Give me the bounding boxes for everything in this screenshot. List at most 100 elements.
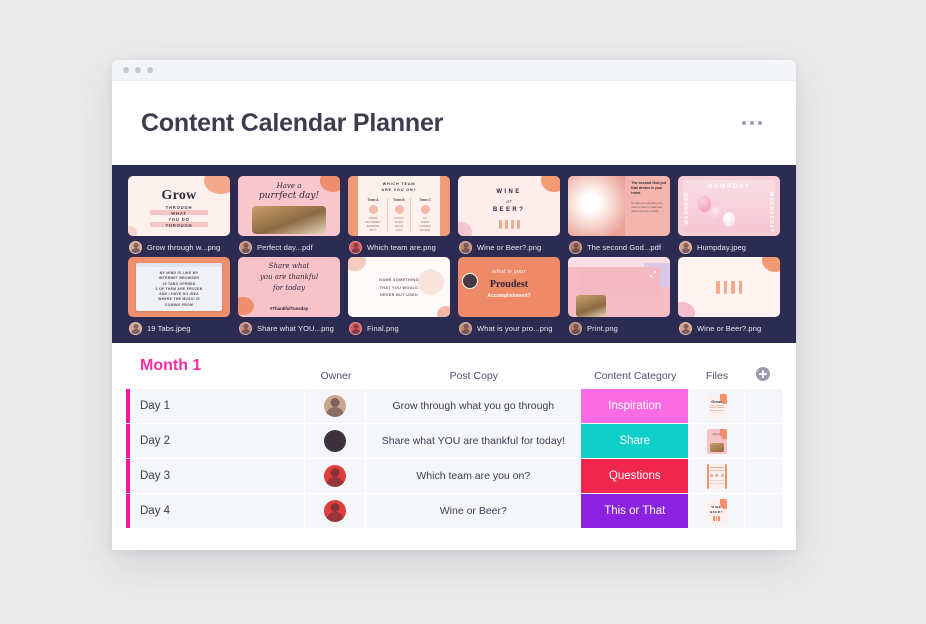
gallery-item-meta: Share what YOU...png — [238, 322, 340, 335]
avatar — [569, 241, 582, 254]
column-header-content-category[interactable]: Content Category — [581, 370, 689, 382]
status-badge[interactable]: Inspiration — [581, 389, 689, 423]
thumbnail-grow[interactable]: Grow THROUGH WHAT YOU DO THROUGH — [128, 176, 230, 236]
status-badge[interactable]: Questions — [581, 459, 689, 493]
cell-day[interactable]: Day 3 — [126, 459, 306, 493]
column-header-post-copy[interactable]: Post Copy — [366, 370, 581, 382]
thumbnail-share-thankful[interactable]: Share what you are thankful for today #T… — [238, 257, 340, 317]
thumbnail-wine-or-beer[interactable]: WINE or BEER? — [458, 176, 560, 236]
thumbnail-perfect-day[interactable]: Have a purrfect day! — [238, 176, 340, 236]
gallery-item[interactable]: WINE or BEER? Wine or Beer?.png — [458, 176, 560, 254]
plus-circle-icon[interactable] — [756, 367, 771, 381]
table-row[interactable]: Day 2 Share what YOU are thankful for to… — [126, 424, 782, 458]
cell-content-category[interactable]: Inspiration — [581, 389, 690, 423]
thumbnail-print[interactable] — [568, 257, 670, 317]
avatar — [459, 322, 472, 335]
cell-owner[interactable] — [305, 459, 367, 493]
gallery-item[interactable]: Share what you are thankful for today #T… — [238, 257, 340, 335]
gallery-item[interactable]: Have a purrfect day! Perfect day...pdf — [238, 176, 340, 254]
thumbnail-wine-or-beer-2[interactable] — [678, 257, 780, 317]
cell-post-copy[interactable]: Wine or Beer? — [366, 494, 582, 528]
more-options-button[interactable] — [736, 115, 768, 131]
cell-owner[interactable] — [305, 494, 367, 528]
file-chip-label: Grow — [711, 398, 722, 404]
gallery-item[interactable]: The second God put that dream in your he… — [568, 176, 670, 254]
gallery-item-meta: Grow through w...png — [128, 241, 230, 254]
file-chip-label: Share — [712, 431, 721, 436]
table-header-row: Month 1 Owner Post Copy Content Category… — [126, 343, 782, 389]
gallery-item[interactable]: HUMPDAY WEDNESD WEDNESDAY Humpday.jpeg — [678, 176, 780, 254]
window-control-dot-1[interactable] — [123, 67, 129, 73]
cell-content-category[interactable]: This or That — [581, 494, 690, 528]
cell-empty — [744, 494, 782, 528]
avatar — [239, 241, 252, 254]
calendar-table: Month 1 Owner Post Copy Content Category… — [112, 343, 796, 528]
gallery-item-meta: Wine or Beer?.png — [678, 322, 780, 335]
window-control-dot-3[interactable] — [147, 67, 153, 73]
table-row[interactable]: Day 1 Grow through what you go through I… — [126, 389, 782, 423]
file-chip-image — [709, 442, 724, 452]
avatar — [129, 241, 142, 254]
add-column-button[interactable] — [745, 367, 782, 382]
file-thumbnail[interactable]: Which team — [706, 463, 727, 489]
avatar — [324, 430, 347, 452]
cell-day[interactable]: Day 4 — [126, 494, 306, 528]
cell-files[interactable]: Which team — [689, 459, 745, 493]
gallery-item[interactable]: what is your Proudest Accomplishment? Wh… — [458, 257, 560, 335]
gallery-item[interactable]: NAME SOMETHING THAT YOU WOULD NEVER BUY US… — [348, 257, 450, 335]
table-row[interactable]: Day 4 Wine or Beer? This or That WINE BE… — [126, 494, 782, 528]
cell-empty — [744, 424, 782, 458]
file-thumbnail[interactable]: Grow — [706, 393, 727, 419]
file-chip-lines — [709, 404, 724, 413]
avatar — [679, 241, 692, 254]
page-title: Content Calendar Planner — [141, 108, 444, 137]
thumbnail-19-tabs[interactable]: MY MIND IS LIKE MY INTERNET BROWSER 19 TAB… — [128, 257, 230, 317]
gallery-item-meta: Which team are.png — [348, 241, 450, 254]
cell-post-copy[interactable]: Grow through what you go through — [366, 389, 582, 423]
file-name: Final.png — [367, 324, 399, 333]
gallery-item[interactable]: WHICH TEAM ARE YOU ON? Team A CHARM EXCITE… — [348, 176, 450, 254]
cell-day[interactable]: Day 1 — [126, 389, 306, 423]
file-name: 19 Tabs.jpeg — [147, 324, 191, 333]
column-header-files[interactable]: Files — [689, 370, 744, 382]
gallery-item[interactable]: MY MIND IS LIKE MY INTERNET BROWSER 19 TAB… — [128, 257, 230, 335]
cell-post-copy[interactable]: Which team are you on? — [366, 459, 582, 493]
cell-files[interactable]: WINE BEER? Wine — [689, 494, 745, 528]
cell-files[interactable]: Grow — [689, 389, 745, 423]
avatar — [324, 465, 347, 487]
status-badge[interactable]: This or That — [581, 494, 689, 528]
avatar — [459, 241, 472, 254]
gallery-item[interactable]: Wine or Beer?.png — [678, 257, 780, 335]
thumbnail-final[interactable]: NAME SOMETHING THAT YOU WOULD NEVER BUY US… — [348, 257, 450, 317]
gallery-item-meta: The second God...pdf — [568, 241, 670, 254]
file-name: The second God...pdf — [587, 243, 662, 252]
cell-post-copy[interactable]: Share what YOU are thankful for today! — [366, 424, 582, 458]
cell-content-category[interactable]: Share — [581, 424, 690, 458]
cell-owner[interactable] — [305, 389, 367, 423]
app-window: Content Calendar Planner Grow THROUGH WH… — [112, 60, 796, 550]
thumbnail-which-team[interactable]: WHICH TEAM ARE YOU ON? Team A CHARM EXCITE… — [348, 176, 450, 236]
row-accent-bar — [126, 424, 130, 458]
row-accent-bar — [126, 494, 130, 528]
thumbnail-humpday[interactable]: HUMPDAY WEDNESD WEDNESDAY — [678, 176, 780, 236]
gallery-item[interactable]: Grow THROUGH WHAT YOU DO THROUGH Grow th… — [128, 176, 230, 254]
file-name: Wine or Beer?.png — [697, 324, 762, 333]
thumbnail-proudest[interactable]: what is your Proudest Accomplishment? — [458, 257, 560, 317]
cell-day[interactable]: Day 2 — [126, 424, 306, 458]
file-name: Print.png — [587, 324, 618, 333]
table-row[interactable]: Day 3 Which team are you on? Questions — [126, 459, 782, 493]
file-thumbnail[interactable]: Share — [706, 428, 727, 454]
file-thumbnail[interactable]: WINE BEER? Wine — [706, 498, 727, 524]
cell-content-category[interactable]: Questions — [581, 459, 690, 493]
gallery-item[interactable]: Print.png — [568, 257, 670, 335]
gallery-item-meta: Perfect day...pdf — [238, 241, 340, 254]
row-accent-bar — [126, 389, 130, 423]
thumbnail-second-god[interactable]: The second God put that dream in your he… — [568, 176, 670, 236]
cell-owner[interactable] — [305, 424, 367, 458]
kebab-dot-1 — [742, 121, 746, 125]
window-control-dot-2[interactable] — [135, 67, 141, 73]
gallery-item-meta: Wine or Beer?.png — [458, 241, 560, 254]
status-badge[interactable]: Share — [581, 424, 689, 458]
cell-files[interactable]: Share — [689, 424, 745, 458]
column-header-owner[interactable]: Owner — [305, 370, 366, 382]
